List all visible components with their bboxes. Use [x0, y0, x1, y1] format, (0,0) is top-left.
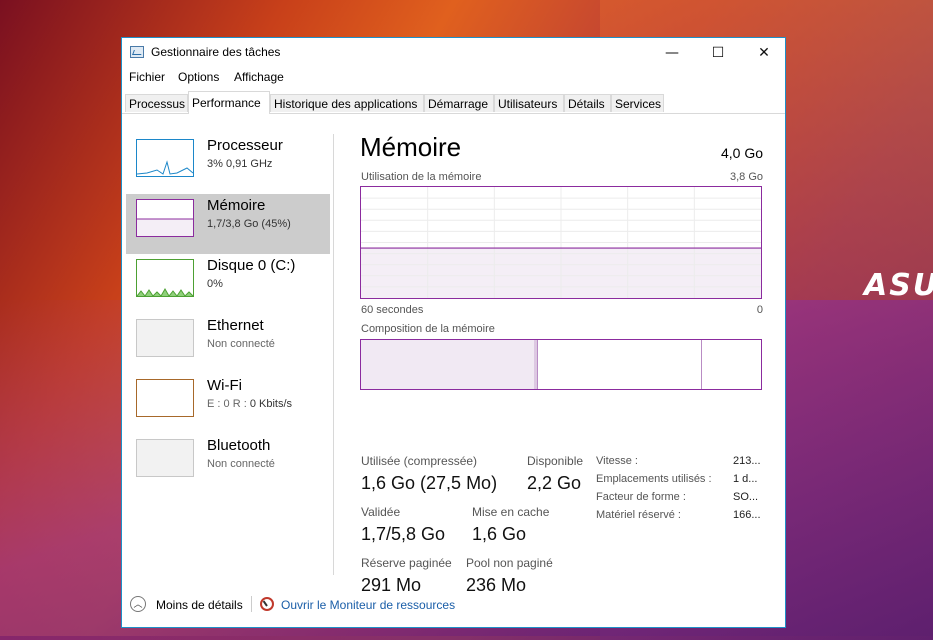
maximize-button[interactable]: ☐ [695, 38, 741, 68]
sidebar-label: Disque 0 (C:) [207, 257, 296, 274]
spec-label: Vitesse : [596, 455, 638, 467]
paged-pool-value: 291 Mo [361, 575, 422, 595]
footer-divider [251, 596, 252, 612]
composition-in-use [361, 340, 535, 389]
wifi-send-value: 0 [223, 398, 230, 410]
spec-value: SO... [733, 491, 759, 503]
chevron-up-icon[interactable]: ︿ [130, 596, 146, 612]
sidebar-sub: E : 0 R : 0 Kbits/s [207, 398, 292, 410]
fewer-details-button[interactable]: Moins de détails [156, 598, 243, 612]
ethernet-thumbnail [136, 319, 194, 357]
available-value: 2,2 Go [527, 473, 582, 493]
sidebar-label: Ethernet [207, 317, 264, 334]
sidebar-item-bluetooth[interactable]: Bluetooth Non connecté [126, 434, 330, 494]
menu-bar: Fichier Options Affichage [122, 68, 785, 86]
memory-composition-bar [360, 339, 762, 390]
tab-performance[interactable]: Performance [188, 91, 270, 114]
cpu-sparkline [137, 160, 193, 175]
title-bar[interactable]: Gestionnaire des tâches — ☐ ✕ [122, 38, 785, 68]
wifi-thumbnail [136, 379, 194, 417]
sidebar-sub: 0% [207, 278, 223, 290]
close-button[interactable]: ✕ [741, 38, 787, 68]
wifi-send-label: E : [207, 398, 221, 410]
tab-strip: Processus Performance Historique des app… [122, 91, 785, 114]
disk-thumbnail [136, 259, 194, 297]
sidebar-sub: 1,7/3,8 Go (45%) [207, 218, 291, 230]
memory-sparkline [137, 218, 193, 236]
disk-sparkline [137, 287, 193, 296]
tab-processus[interactable]: Processus [125, 94, 188, 112]
sidebar-sub: Non connecté [207, 338, 275, 350]
tab-demarrage[interactable]: Démarrage [424, 94, 494, 112]
bluetooth-thumbnail [136, 439, 194, 477]
nonpaged-pool-label: Pool non paginé [466, 556, 553, 570]
sidebar-sub: 3% 0,91 GHz [207, 158, 273, 170]
spec-value: 213... [733, 455, 761, 467]
tab-historique[interactable]: Historique des applications [270, 94, 424, 112]
minimize-button[interactable]: — [649, 38, 695, 68]
menu-options[interactable]: Options [178, 70, 219, 84]
nonpaged-pool-value: 236 Mo [466, 575, 527, 595]
menu-affichage[interactable]: Affichage [234, 70, 284, 84]
tab-services[interactable]: Services [611, 94, 664, 112]
cpu-thumbnail [136, 139, 194, 177]
wifi-receive-label: R : [232, 398, 247, 410]
memory-thumbnail [136, 199, 194, 237]
footer-bar: ︿ Moins de détails Ouvrir le Moniteur de… [122, 594, 785, 614]
sidebar-label: Mémoire [207, 197, 266, 214]
sidebar-item-ethernet[interactable]: Ethernet Non connecté [126, 314, 330, 374]
sidebar-label: Processeur [207, 137, 283, 154]
spec-value: 166... [733, 509, 761, 521]
asus-logo: ASUS [864, 268, 933, 303]
spec-label: Emplacements utilisés : [596, 473, 712, 485]
usage-max: 3,8 Go [729, 171, 763, 183]
available-label: Disponible [527, 454, 584, 468]
sidebar-item-disque[interactable]: Disque 0 (C:) 0% [126, 254, 330, 314]
sidebar-sub: Non connecté [207, 458, 275, 470]
sidebar-item-processeur[interactable]: Processeur 3% 0,91 GHz [126, 134, 330, 194]
used-label: Utilisée (compressée) [361, 454, 478, 468]
sidebar-item-memoire[interactable]: Mémoire 1,7/3,8 Go (45%) [126, 194, 330, 254]
spec-label: Matériel réservé : [596, 509, 681, 521]
cached-value: 1,6 Go [472, 524, 527, 544]
spec-label: Facteur de forme : [596, 491, 686, 503]
memory-usage-graph [360, 186, 762, 299]
tab-utilisateurs[interactable]: Utilisateurs [494, 94, 564, 112]
time-axis-left: 60 secondes [361, 304, 424, 316]
resource-monitor-icon [260, 597, 274, 611]
committed-label: Validée [361, 505, 401, 519]
task-manager-window: Gestionnaire des tâches — ☐ ✕ Fichier Op… [121, 37, 786, 628]
spec-value: 1 d... [733, 473, 758, 485]
committed-value: 1,7/5,8 Go [361, 524, 446, 544]
page-title: Mémoire [360, 132, 462, 162]
paged-pool-label: Réserve paginée [361, 556, 452, 570]
wifi-receive-value: 0 Kbits/s [249, 398, 293, 410]
cached-label: Mise en cache [472, 505, 550, 519]
sidebar-item-wifi[interactable]: Wi-Fi E : 0 R : 0 Kbits/s [126, 374, 330, 434]
menu-fichier[interactable]: Fichier [129, 70, 165, 84]
time-axis-right: 0 [756, 304, 763, 316]
window-title: Gestionnaire des tâches [151, 45, 281, 59]
pane-divider [333, 134, 334, 575]
memory-total: 4,0 Go [720, 145, 763, 161]
composition-modified [534, 340, 538, 389]
task-manager-icon [130, 46, 144, 58]
composition-caption: Composition de la mémoire [361, 323, 495, 335]
used-value: 1,6 Go (27,5 Mo) [361, 473, 498, 493]
usage-caption: Utilisation de la mémoire [361, 171, 482, 183]
tab-details[interactable]: Détails [564, 94, 611, 112]
sidebar-label: Wi-Fi [207, 377, 242, 394]
resource-monitor-link[interactable]: Ouvrir le Moniteur de ressources [281, 598, 455, 612]
composition-standby [701, 340, 702, 389]
sidebar-label: Bluetooth [207, 437, 271, 454]
usage-graph-svg [361, 187, 761, 298]
